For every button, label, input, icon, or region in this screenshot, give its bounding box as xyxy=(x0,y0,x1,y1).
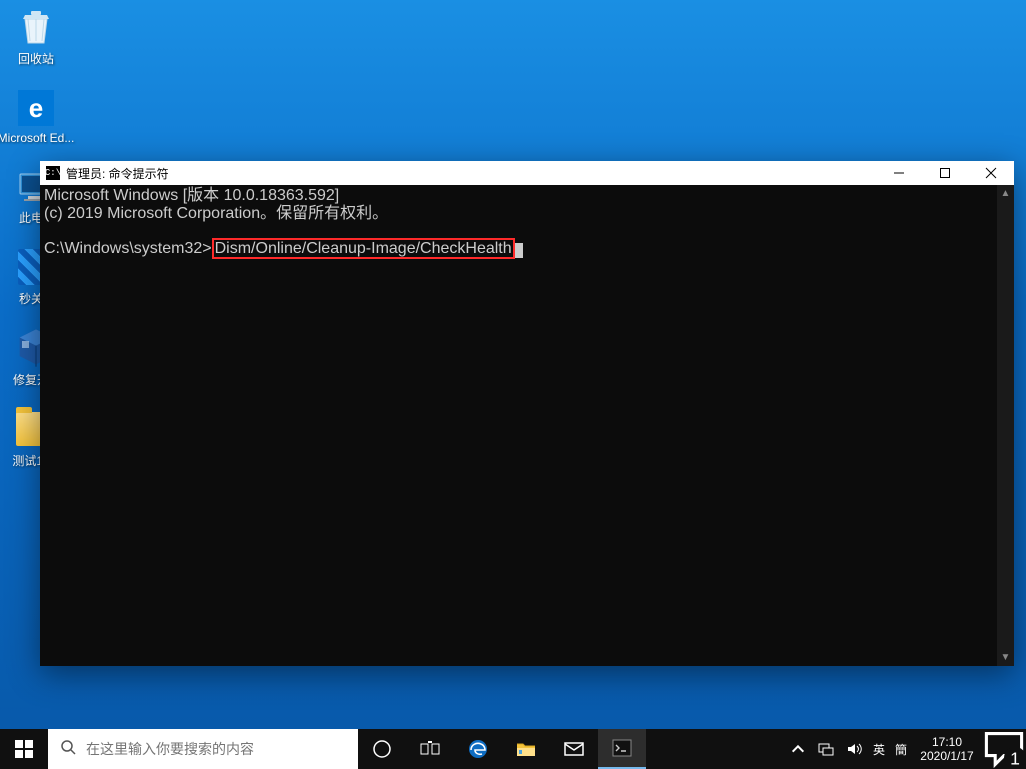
notif-count: 1 xyxy=(1010,748,1020,768)
desktop[interactable]: 回收站 e Microsoft Ed... 此电... 秒关... 修复开... xyxy=(0,0,1026,769)
cmd-icon: C:\ xyxy=(46,166,60,180)
task-view-icon xyxy=(419,738,441,760)
desktop-icon-recycle-bin[interactable]: 回收站 xyxy=(6,6,66,67)
taskbar-app-cmd[interactable] xyxy=(598,729,646,769)
cortana-icon xyxy=(371,738,393,760)
chevron-up-icon xyxy=(790,741,806,757)
window-titlebar[interactable]: C:\ 管理员: 命令提示符 xyxy=(40,161,1014,185)
edge-icon: e xyxy=(15,87,57,129)
maximize-icon xyxy=(939,167,951,179)
network-icon xyxy=(818,741,834,757)
terminal-output[interactable]: Microsoft Windows [版本 10.0.18363.592] (c… xyxy=(40,185,997,666)
notification-icon: 1 xyxy=(982,727,1026,769)
tray-ime-mode[interactable]: 簡 xyxy=(890,729,912,769)
start-button[interactable] xyxy=(0,729,48,769)
search-input[interactable] xyxy=(86,741,346,757)
edge-icon xyxy=(467,738,489,760)
mail-icon xyxy=(563,738,585,760)
search-icon xyxy=(60,739,76,760)
tray-network[interactable] xyxy=(812,729,840,769)
terminal-area: Microsoft Windows [版本 10.0.18363.592] (c… xyxy=(40,185,1014,666)
task-view-button[interactable] xyxy=(406,729,454,769)
ime-lang-label: 英 xyxy=(873,741,885,758)
minimize-button[interactable] xyxy=(876,161,922,185)
volume-icon xyxy=(846,741,862,757)
windows-logo-icon xyxy=(15,740,33,758)
clock-time: 17:10 xyxy=(932,735,962,749)
recycle-bin-icon xyxy=(15,6,57,48)
desktop-icon-label: Microsoft Ed... xyxy=(0,131,74,145)
window-title: 管理员: 命令提示符 xyxy=(66,165,169,182)
tray-volume[interactable] xyxy=(840,729,868,769)
close-button[interactable] xyxy=(968,161,1014,185)
taskbar-app-explorer[interactable] xyxy=(502,729,550,769)
taskbar-app-edge[interactable] xyxy=(454,729,502,769)
scrollbar[interactable]: ▲ ▼ xyxy=(997,185,1014,666)
minimize-icon xyxy=(893,167,905,179)
desktop-icon-label: 回收站 xyxy=(18,50,54,67)
cursor xyxy=(515,243,523,258)
cortana-button[interactable] xyxy=(358,729,406,769)
terminal-command-highlighted: Dism/Online/Cleanup-Image/CheckHealth xyxy=(212,238,515,259)
clock-date: 2020/1/17 xyxy=(920,749,973,763)
tray-clock[interactable]: 17:10 2020/1/17 xyxy=(912,729,982,769)
scroll-up-icon[interactable]: ▲ xyxy=(997,185,1014,202)
close-icon xyxy=(985,167,997,179)
terminal-icon xyxy=(611,737,633,759)
taskbar: 英 簡 17:10 2020/1/17 1 xyxy=(0,729,1026,769)
system-tray: 英 簡 17:10 2020/1/17 1 xyxy=(784,729,1026,769)
tray-overflow-button[interactable] xyxy=(784,729,812,769)
taskbar-app-mail[interactable] xyxy=(550,729,598,769)
folder-icon xyxy=(515,738,537,760)
ime-mode-label: 簡 xyxy=(895,741,907,758)
search-box[interactable] xyxy=(48,729,358,769)
terminal-prompt: C:\Windows\system32> xyxy=(44,240,212,257)
action-center-button[interactable]: 1 xyxy=(982,729,1026,769)
command-prompt-window[interactable]: C:\ 管理员: 命令提示符 Microsoft Windows [版本 10.… xyxy=(40,161,1014,666)
tray-ime-lang[interactable]: 英 xyxy=(868,729,890,769)
terminal-line: (c) 2019 Microsoft Corporation。保留所有权利。 xyxy=(44,205,388,222)
maximize-button[interactable] xyxy=(922,161,968,185)
terminal-line: Microsoft Windows [版本 10.0.18363.592] xyxy=(44,187,339,204)
desktop-icon-edge[interactable]: e Microsoft Ed... xyxy=(6,87,66,145)
scroll-down-icon[interactable]: ▼ xyxy=(997,649,1014,666)
